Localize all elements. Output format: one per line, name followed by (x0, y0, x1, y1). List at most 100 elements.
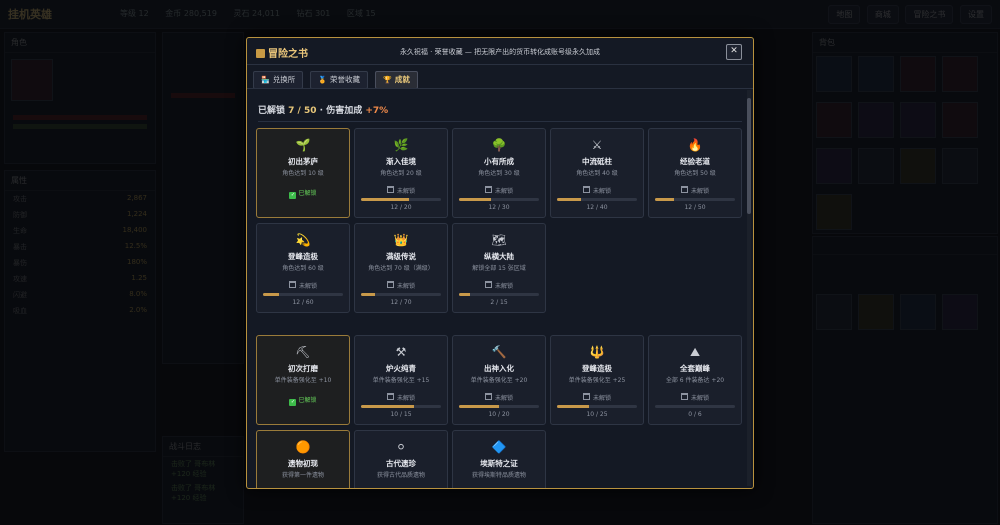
achievement-progress-fill (263, 293, 279, 296)
achievement-status: 未解锁 (453, 393, 545, 402)
achievement-progress-bar (655, 198, 735, 201)
achievement-status: ✓ 已解锁 (257, 188, 349, 199)
achievement-progress-bar (459, 405, 539, 408)
close-button[interactable]: ✕ (726, 44, 742, 60)
achievement-progress-bar (263, 293, 343, 296)
achievement-status-text: 已解锁 (298, 190, 317, 197)
tab-label: 兑换所 (272, 75, 296, 84)
crossed-swords-icon: ⚔ (591, 138, 603, 152)
lock-icon (386, 393, 394, 400)
achievement-status-text: 未解锁 (690, 188, 709, 195)
trident-icon: 🔱 (589, 345, 605, 359)
achievement-requirement: 获得古代品质遗物 (376, 472, 425, 479)
achievement-progress-bar (361, 405, 441, 408)
achievement-progress-text: 12 / 40 (586, 204, 608, 211)
achievement-card[interactable]: 🗺 纵横大陆 解锁全部 15 张区域 未解锁 2 / 15 (452, 223, 546, 313)
crown-icon: 👑 (393, 233, 409, 247)
fire-icon: 🔥 (687, 138, 703, 152)
modal-title-text: 冒险之书 (268, 49, 308, 60)
achievement-name: 经验老道 (680, 157, 710, 166)
achievement-name: 登峰造极 (288, 252, 318, 261)
unlock-progress: 已解锁 7 / 50 · 伤害加成 +7% (258, 103, 388, 116)
achievement-name: 初出茅庐 (288, 157, 318, 166)
achievement-name: 古代遗珍 (386, 459, 416, 468)
achievement-status: 未解锁 (355, 281, 447, 290)
hammer-pick-icon: ⚒ (395, 345, 407, 359)
achievement-name: 纵横大陆 (484, 252, 514, 261)
achievement-card[interactable]: 👑 满级传说 角色达到 70 级（满级） 未解锁 12 / 70 (354, 223, 448, 313)
modal-title: 冒险之书 (256, 45, 308, 60)
lock-icon (288, 281, 296, 288)
diamond-icon: 🔷 (491, 440, 507, 454)
achievement-name: 炉火纯青 (386, 364, 416, 373)
achievement-card[interactable]: ⚒ 炉火纯青 单件装备强化至 +15 未解锁 10 / 15 (354, 335, 448, 425)
achievement-status: 未解锁 (453, 281, 545, 290)
achievement-progress-fill (655, 198, 675, 201)
achievement-progress-bar (459, 293, 539, 296)
achievement-card[interactable]: 🌳 小有所成 角色达到 30 级未解锁 12 / 30 (452, 128, 546, 218)
lock-icon (582, 393, 590, 400)
achievement-name: 渐入佳境 (386, 157, 416, 166)
achievement-status-text: 未解锁 (494, 283, 513, 290)
medal-icon: 🏅 (318, 76, 328, 84)
achievement-status: 未解锁 (649, 393, 741, 402)
achievement-status-text: 未解锁 (396, 395, 415, 402)
tab-achievements[interactable]: 🏆 成就 (375, 71, 418, 89)
achievement-status-text: 未解锁 (494, 188, 513, 195)
scrollbar-thumb[interactable] (747, 98, 751, 214)
achievement-name: 遗物初现 (288, 459, 318, 468)
achievement-requirement: 解锁全部 15 张区域 (472, 265, 526, 272)
achievement-progress-fill (361, 198, 409, 201)
achievement-progress-text: 0 / 6 (688, 411, 702, 418)
achievement-requirement: 单件装备强化至 +15 (372, 377, 430, 384)
achievement-progress-fill (361, 405, 415, 408)
achievement-card[interactable]: 🌿 渐入佳境 角色达到 20 级未解锁 12 / 20 (354, 128, 448, 218)
achievement-requirement: 角色达到 60 级 (282, 265, 324, 272)
achievement-card[interactable]: 🔥 经验老道 角色达到 50 级未解锁 12 / 50 (648, 128, 742, 218)
tabs-divider (247, 88, 753, 89)
lock-icon (484, 393, 492, 400)
adventure-book-modal: 永久祝福 · 荣誉收藏 — 把无限产出的货币转化成账号级永久加成 冒险之书 ✕ … (246, 37, 754, 489)
achievement-name: 埃斯特之证 (480, 459, 518, 468)
sprout-icon: 🌱 (295, 138, 311, 152)
achievement-requirement: 获得第一件遗物 (281, 472, 324, 479)
achievement-progress-fill (459, 293, 470, 296)
modal-header: 永久祝福 · 荣誉收藏 — 把无限产出的货币转化成账号级永久加成 冒险之书 ✕ (247, 38, 753, 65)
achievement-card[interactable]: ⛰ 全套巅峰 全部 6 件装备达 +20 未解锁 0 / 6 (648, 335, 742, 425)
achievement-card[interactable]: 💫 登峰造极 角色达到 60 级未解锁 12 / 60 (256, 223, 350, 313)
hammer-icon: ⛏ (295, 345, 311, 359)
achievement-status: 未解锁 (355, 393, 447, 402)
achievement-progress-fill (557, 405, 589, 408)
achievement-status: 未解锁 (649, 186, 741, 195)
achievement-card[interactable]: ⚔ 中流砥柱 角色达到 40 级未解锁 12 / 40 (550, 128, 644, 218)
achievement-name: 初次打磨 (288, 364, 318, 373)
achievement-status-text: 未解锁 (592, 188, 611, 195)
orange-orb-icon: 🟠 (295, 440, 311, 454)
tab-exchange[interactable]: 🏪 兑换所 (253, 71, 304, 89)
lock-icon (386, 281, 394, 288)
tab-honor-collection[interactable]: 🏅 荣誉收藏 (310, 71, 369, 89)
achievement-card[interactable]: 🌱 初出茅庐角色达到 10 级 ✓ 已解锁 (256, 128, 350, 218)
tools-icon: 🔨 (491, 345, 507, 359)
achievement-requirement: 角色达到 10 级 (282, 170, 324, 177)
achievement-card[interactable]: 🔱 登峰造极 单件装备强化至 +25 未解锁 10 / 25 (550, 335, 644, 425)
achievement-progress-bar (361, 293, 441, 296)
achievement-status-text: 未解锁 (396, 188, 415, 195)
achievement-requirement: 全部 6 件装备达 +20 (665, 377, 725, 384)
shop-icon: 🏪 (261, 76, 270, 84)
lock-icon (680, 393, 688, 400)
achievement-progress-fill (459, 405, 499, 408)
achievement-card[interactable]: 🔨 出神入化 单件装备强化至 +20 未解锁 10 / 20 (452, 335, 546, 425)
modal-subtitle: 永久祝福 · 荣誉收藏 — 把无限产出的货币转化成账号级永久加成 (399, 48, 601, 56)
achievement-card[interactable]: 🔷埃斯特之证获得埃斯特品质遗物未解锁 (452, 430, 546, 488)
achievement-requirement: 获得埃斯特品质遗物 (471, 472, 526, 479)
achievement-card[interactable]: ⛏ 初次打磨 单件装备强化至 +10 ✓ 已解锁 (256, 335, 350, 425)
achievement-progress-fill (557, 198, 581, 201)
achievement-name: 全套巅峰 (680, 364, 710, 373)
achievement-status: ✓ 已解锁 (257, 395, 349, 406)
white-orb-icon: ⚪ (395, 440, 407, 454)
achievement-card[interactable]: 🟠遗物初现获得第一件遗物✓已解锁 (256, 430, 350, 488)
achievement-progress-fill (459, 198, 491, 201)
achievement-progress-bar (655, 405, 735, 408)
achievement-card[interactable]: ⚪古代遗珍获得古代品质遗物未解锁 (354, 430, 448, 488)
